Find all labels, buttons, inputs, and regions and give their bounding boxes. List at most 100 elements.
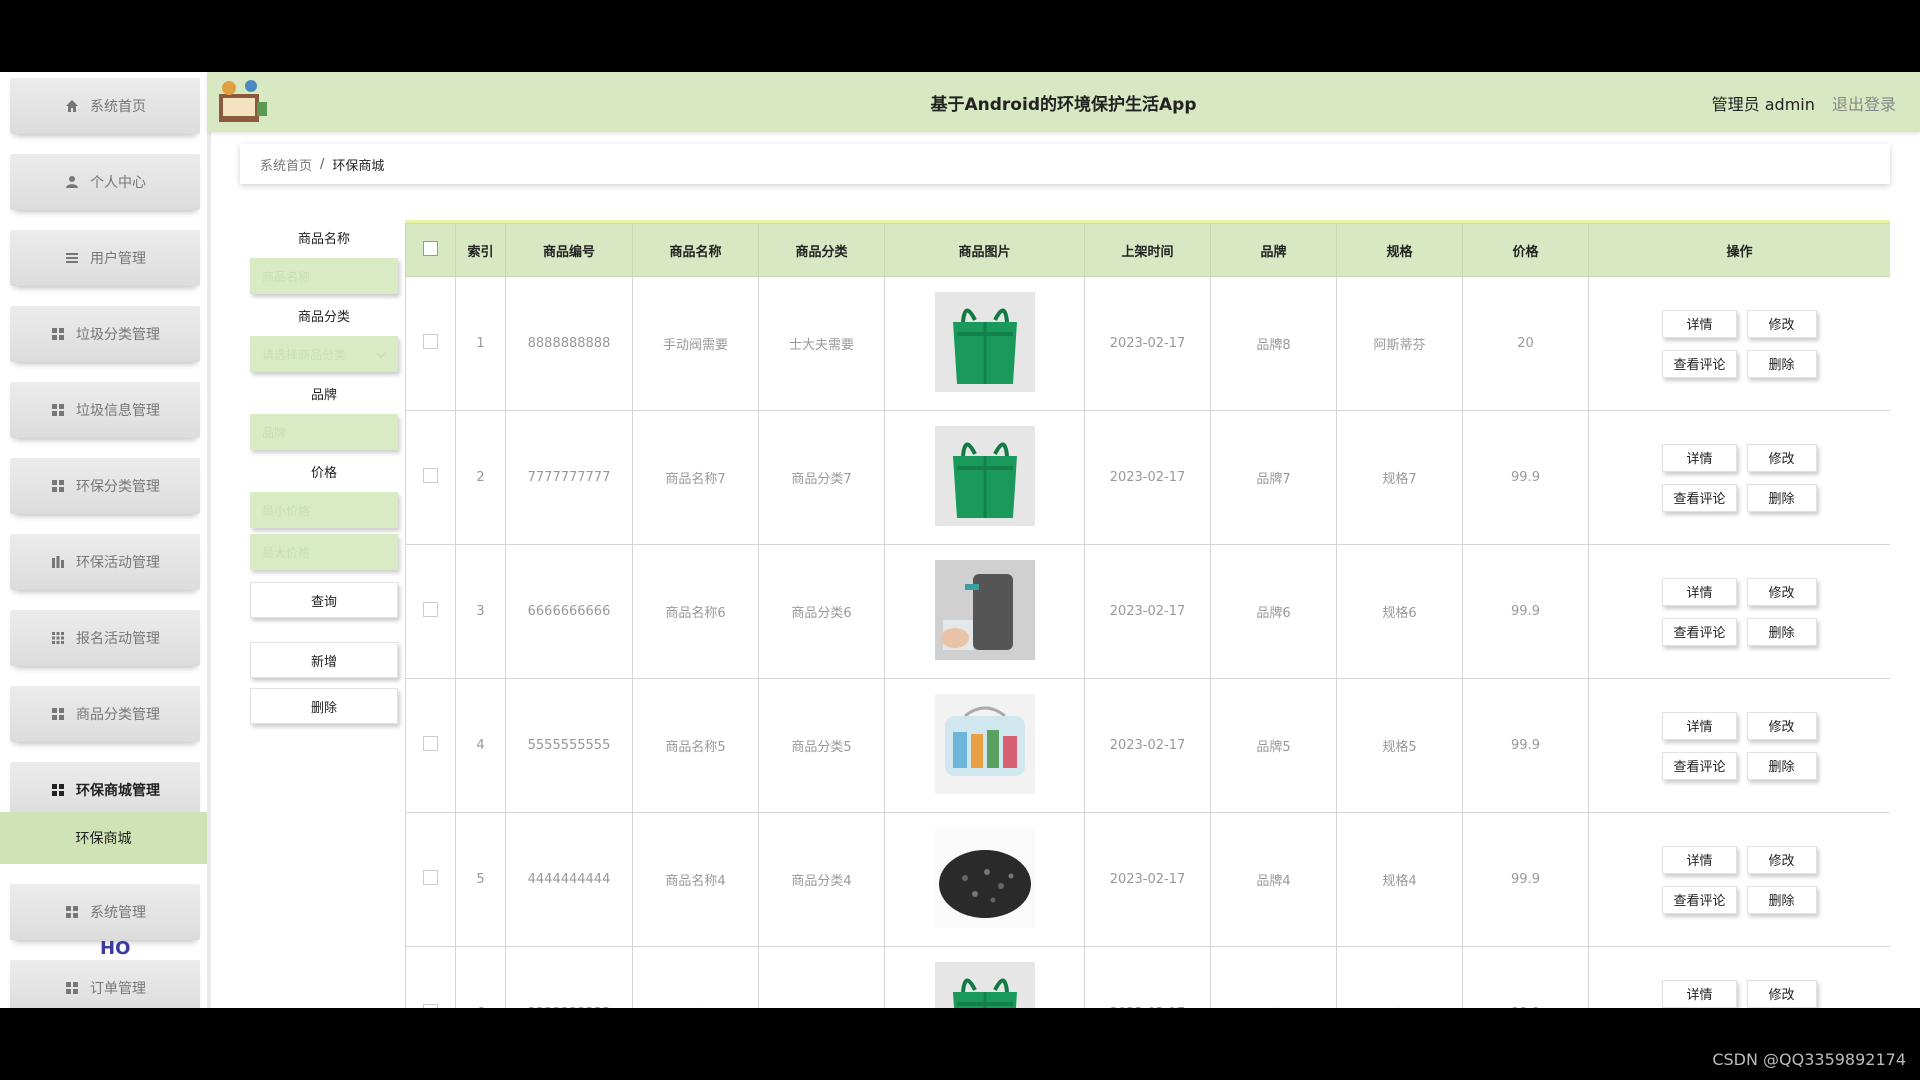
sidebar-item-label: 垃圾分类管理 [76,327,160,343]
product-image-cell [884,410,1085,545]
detail-button[interactable]: 详情 [1662,845,1737,874]
sidebar-subitem-eco-mall[interactable]: 环保商城 [0,812,207,864]
sidebar-item-orders[interactable]: 订单管理 [10,960,200,1008]
grid-icon [50,478,66,494]
edit-button[interactable]: 修改 [1746,309,1817,338]
delete-button[interactable]: 删除 [1746,885,1817,914]
sidebar-item-signup-activity[interactable]: 报名活动管理 [10,610,200,666]
price-cell: 99.9 [1462,812,1589,947]
row-actions: 详情修改查看评论删除 [1590,443,1889,512]
row-checkbox[interactable] [423,1004,438,1008]
row-select-cell [405,678,456,813]
table-header-row: 索引 商品编号 商品名称 商品分类 商品图片 上架时间 品牌 规格 价格 操作 [405,223,1890,277]
product-category-cell: 商品分类5 [758,678,885,813]
column-header: 品牌 [1210,223,1337,277]
view-comments-button[interactable]: 查看评论 [1662,617,1737,646]
actions-cell: 详情修改查看评论删除 [1588,544,1890,679]
table-row: 2 7777777777 商品名称7 商品分类7 2023-02-17 品牌7 规格7 99.… [405,410,1890,545]
spec-cell: 规格7 [1336,410,1463,545]
row-checkbox[interactable] [423,468,438,483]
row-checkbox[interactable] [423,736,438,751]
sidebar-item-system[interactable]: 系统管理 [10,884,200,940]
view-comments-button[interactable]: 查看评论 [1662,349,1737,378]
edit-button[interactable]: 修改 [1746,711,1817,740]
delete-button[interactable]: 删除 [1746,349,1817,378]
add-button[interactable]: 新增 [250,642,398,678]
sidebar-item-eco-mall[interactable]: 环保商城管理 [10,762,200,818]
breadcrumb-separator: / [320,156,325,172]
spec-cell: 规格5 [1336,678,1463,813]
row-checkbox[interactable] [423,870,438,885]
product-category-select[interactable]: 请选择商品分类 [250,336,398,372]
breadcrumb-home[interactable]: 系统首页 [260,155,312,174]
spec-cell: 阿斯蒂芬 [1336,276,1463,411]
detail-button[interactable]: 详情 [1662,443,1737,472]
select-all-checkbox[interactable] [423,240,438,256]
actions-cell: 详情修改查看评论删除 [1588,276,1890,411]
edit-button[interactable]: 修改 [1746,845,1817,874]
column-header: 商品编号 [505,223,633,277]
logout-link[interactable]: 退出登录 [1832,95,1896,114]
product-image-cell [884,544,1085,679]
bar-chart-icon [50,554,66,570]
table-row: 5 4444444444 商品名称4 商品分类4 2023-02-17 品牌4 规格4 99.… [405,812,1890,947]
product-image-cell [884,276,1085,411]
detail-button[interactable]: 详情 [1662,711,1737,740]
sidebar-item-label: 个人中心 [90,175,146,191]
grid-icon [50,402,66,418]
sidebar-item-label: 报名活动管理 [76,631,160,647]
view-comments-button[interactable]: 查看评论 [1662,751,1737,780]
detail-button[interactable]: 详情 [1662,577,1737,606]
footer-logo: HO [40,938,180,960]
watermark: CSDN @QQ3359892174 [1712,1050,1906,1069]
product-category-cell: 商品分类6 [758,544,885,679]
query-button[interactable]: 查询 [250,582,398,618]
column-header: 商品名称 [632,223,759,277]
row-checkbox[interactable] [423,602,438,617]
edit-button[interactable]: 修改 [1746,577,1817,606]
view-comments-button[interactable]: 查看评论 [1662,885,1737,914]
detail-button[interactable]: 详情 [1662,979,1737,1008]
sidebar-item-profile[interactable]: 个人中心 [10,154,200,210]
product-name-input[interactable]: 商品名称 [250,258,398,294]
index-cell: 1 [455,276,506,411]
brand-input[interactable]: 品牌 [250,414,398,450]
product-category-cell: 商品分类4 [758,812,885,947]
actions-cell: 详情修改查看评论删除 [1588,812,1890,947]
delete-button[interactable]: 删除 [1746,617,1817,646]
brand-cell: 品牌3 [1210,946,1337,1008]
index-cell: 4 [455,678,506,813]
index-cell: 2 [455,410,506,545]
edit-button[interactable]: 修改 [1746,979,1817,1008]
detail-button[interactable]: 详情 [1662,309,1737,338]
brand-cell: 品牌8 [1210,276,1337,411]
product-name-cell: 商品名称4 [632,812,759,947]
sidebar-item-label: 订单管理 [90,981,146,997]
sidebar-item-garbage-category[interactable]: 垃圾分类管理 [10,306,200,362]
row-select-cell [405,544,456,679]
brand-cell: 品牌5 [1210,678,1337,813]
delete-button[interactable]: 删除 [1746,751,1817,780]
grid-icon [64,904,80,920]
product-category-cell: 士大夫需要 [758,276,885,411]
batch-delete-button[interactable]: 删除 [250,688,398,724]
sidebar-item-garbage-info[interactable]: 垃圾信息管理 [10,382,200,438]
actions-cell: 详情修改查看评论删除 [1588,678,1890,813]
row-checkbox[interactable] [423,334,438,349]
sidebar-item-product-category[interactable]: 商品分类管理 [10,686,200,742]
sidebar-item-users[interactable]: 用户管理 [10,230,200,286]
delete-button[interactable]: 删除 [1746,483,1817,512]
max-price-input[interactable]: 最大价格 [250,534,398,570]
pellets-image [934,827,1035,932]
brand-cell: 品牌4 [1210,812,1337,947]
min-price-input[interactable]: 最小价格 [250,492,398,528]
sidebar-item-eco-category[interactable]: 环保分类管理 [10,458,200,514]
price-cell: 99.9 [1462,678,1589,813]
product-category-cell: 商品分类7 [758,410,885,545]
edit-button[interactable]: 修改 [1746,443,1817,472]
sidebar-item-eco-activity[interactable]: 环保活动管理 [10,534,200,590]
product-code-cell: 6666666666 [505,544,633,679]
sidebar-item-home[interactable]: 系统首页 [10,78,200,134]
view-comments-button[interactable]: 查看评论 [1662,483,1737,512]
product-table: 索引 商品编号 商品名称 商品分类 商品图片 上架时间 品牌 规格 价格 操作 … [405,223,1890,1008]
